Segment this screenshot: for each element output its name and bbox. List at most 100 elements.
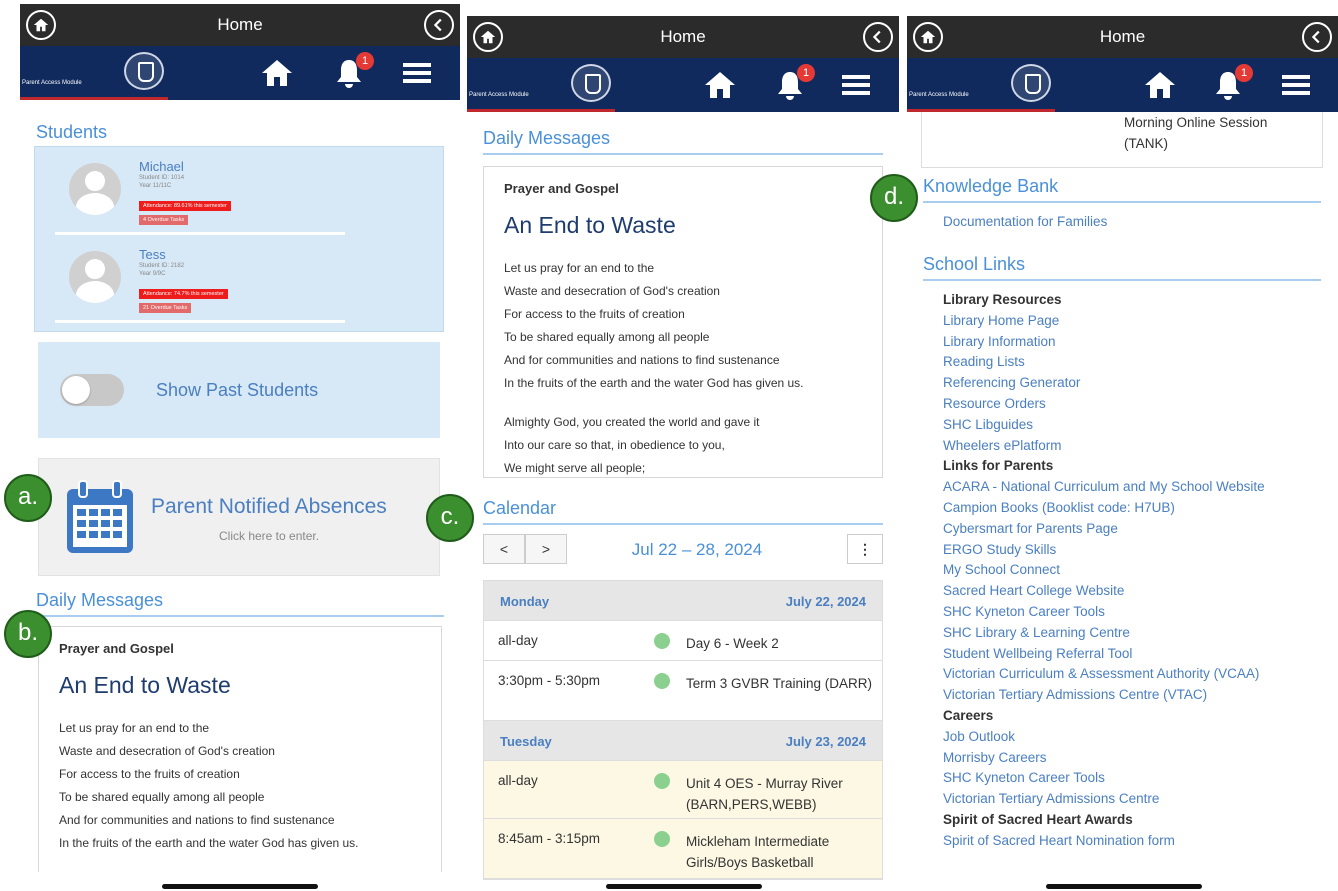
calendar-event[interactable]: 8:45am - 3:15pm Mickleham Intermediate G… bbox=[484, 819, 882, 879]
event-dot bbox=[654, 831, 670, 847]
school-link[interactable]: Job Outlook bbox=[943, 727, 1333, 748]
school-link[interactable]: Morrisby Careers bbox=[943, 748, 1333, 769]
calendar-event[interactable]: all-day Day 6 - Week 2 bbox=[484, 621, 882, 661]
event-title: Day 6 - Week 2 bbox=[686, 636, 779, 651]
bell-icon[interactable]: 1 bbox=[1211, 64, 1253, 107]
event-time: all-day bbox=[498, 633, 538, 648]
student-card[interactable]: Tess Student ID: 2182 Year 9/9C Attendan… bbox=[55, 243, 345, 323]
app-navbar: Parent Access Module 1 bbox=[907, 58, 1338, 112]
overdue-badge: 21 Overdue Tasks bbox=[139, 303, 192, 313]
school-link[interactable]: Victorian Tertiary Admissions Centre (VT… bbox=[943, 685, 1333, 706]
page-title: Home bbox=[217, 15, 263, 34]
back-circle-icon[interactable] bbox=[1302, 22, 1332, 52]
bell-icon[interactable]: 1 bbox=[332, 52, 374, 95]
message-category: Prayer and Gospel bbox=[59, 641, 174, 656]
school-crest-icon bbox=[571, 64, 611, 102]
event-time: all-day bbox=[498, 773, 538, 788]
school-link[interactable]: Student Wellbeing Referral Tool bbox=[943, 644, 1333, 665]
school-link[interactable]: Library Information bbox=[943, 332, 1333, 353]
house-icon[interactable] bbox=[1143, 68, 1177, 107]
day-header: Monday July 22, 2024 bbox=[484, 581, 882, 621]
day-date: July 23, 2024 bbox=[785, 734, 866, 749]
prev-event-line: (TANK) bbox=[1124, 136, 1168, 151]
school-link[interactable]: Wheelers ePlatform bbox=[943, 436, 1333, 457]
next-week-button[interactable]: > bbox=[525, 534, 567, 564]
calendar-nav: < > bbox=[483, 534, 567, 564]
message-line: We might serve all people; bbox=[504, 461, 646, 475]
brand-logo[interactable]: Parent Access Module bbox=[907, 58, 1055, 112]
school-link[interactable]: ACARA - National Curriculum and My Schoo… bbox=[943, 477, 1333, 498]
student-card[interactable]: Michael Student ID: 1014 Year 11/11C Att… bbox=[55, 155, 345, 235]
message-line: In the fruits of the earth and the water… bbox=[59, 836, 359, 850]
school-link[interactable]: Reading Lists bbox=[943, 352, 1333, 373]
school-link[interactable]: My School Connect bbox=[943, 560, 1333, 581]
message-title: An End to Waste bbox=[504, 212, 676, 238]
school-link[interactable]: Referencing Generator bbox=[943, 373, 1333, 394]
back-circle-icon[interactable] bbox=[863, 22, 893, 52]
school-link[interactable]: Library Home Page bbox=[943, 311, 1333, 332]
school-link[interactable]: Sacred Heart College Website bbox=[943, 581, 1333, 602]
day-name: Monday bbox=[500, 594, 550, 609]
parent-absences-button[interactable]: Parent Notified Absences Click here to e… bbox=[38, 458, 440, 576]
avatar-icon bbox=[69, 251, 121, 303]
show-past-label: Show Past Students bbox=[156, 380, 319, 400]
show-past-toggle[interactable] bbox=[60, 374, 124, 406]
message-line: And for communities and nations to find … bbox=[504, 353, 780, 367]
phone-screen-links: Home Parent Access Module 1 Morning Onli… bbox=[907, 16, 1338, 882]
annotation-marker-d: d. bbox=[870, 174, 918, 222]
school-link[interactable]: SHC Library & Learning Centre bbox=[943, 623, 1333, 644]
student-id: Student ID: 2182 bbox=[139, 263, 185, 269]
link-group-title: Library Resources bbox=[943, 292, 1062, 307]
calendar-event[interactable]: all-day Unit 4 OES - Murray River (BARN,… bbox=[484, 761, 882, 819]
phone-screen-messages-calendar: Home Parent Access Module 1 Daily Messag… bbox=[467, 16, 899, 882]
absences-subtitle: Click here to enter. bbox=[219, 529, 320, 543]
event-dot bbox=[654, 673, 670, 689]
calendar-options-button[interactable]: ⋮ bbox=[847, 534, 883, 564]
message-line: Waste and desecration of God's creation bbox=[504, 284, 720, 298]
school-link[interactable]: Resource Orders bbox=[943, 394, 1333, 415]
bell-icon[interactable]: 1 bbox=[773, 64, 815, 107]
school-crest-icon bbox=[1011, 64, 1051, 102]
school-link[interactable]: ERGO Study Skills bbox=[943, 540, 1333, 561]
app-navbar: Parent Access Module 1 bbox=[467, 58, 899, 112]
school-link[interactable]: SHC Libguides bbox=[943, 415, 1333, 436]
link-group-title: Spirit of Sacred Heart Awards bbox=[943, 811, 1133, 827]
event-time: 3:30pm - 5:30pm bbox=[498, 673, 601, 688]
daily-message-card: Prayer and Gospel An End to Waste Let us… bbox=[38, 626, 442, 872]
school-link[interactable]: Campion Books (Booklist code: H7UB) bbox=[943, 498, 1333, 519]
annotation-marker-b: b. bbox=[4, 610, 52, 658]
calendar-event[interactable]: 3:30pm - 5:30pm Term 3 GVBR Training (DA… bbox=[484, 661, 882, 721]
menu-icon[interactable] bbox=[1279, 68, 1313, 107]
school-link[interactable]: Victorian Curriculum & Assessment Author… bbox=[943, 664, 1333, 685]
brand-logo[interactable]: Parent Access Module bbox=[467, 58, 615, 112]
message-line: For access to the fruits of creation bbox=[504, 307, 685, 321]
student-year: Year 11/11C bbox=[139, 183, 172, 189]
calendar-list: Monday July 22, 2024 all-day Day 6 - Wee… bbox=[483, 580, 883, 880]
day-date: July 22, 2024 bbox=[785, 594, 866, 609]
calendar-icon bbox=[65, 479, 135, 560]
school-link[interactable]: SHC Kyneton Career Tools bbox=[943, 602, 1333, 623]
menu-icon[interactable] bbox=[400, 56, 434, 95]
house-icon[interactable] bbox=[703, 68, 737, 107]
school-link[interactable]: Victorian Tertiary Admissions Centre bbox=[943, 789, 1333, 810]
daily-messages-heading: Daily Messages bbox=[36, 590, 444, 617]
back-circle-icon[interactable] bbox=[424, 10, 454, 40]
message-line: Waste and desecration of God's creation bbox=[59, 744, 275, 758]
link-group-title: Links for Parents bbox=[943, 458, 1054, 474]
previous-event-card: Morning Online Session (TANK) bbox=[921, 112, 1323, 168]
brand-logo[interactable]: Parent Access Module bbox=[20, 46, 168, 100]
message-title: An End to Waste bbox=[59, 672, 231, 698]
school-link[interactable]: Cybersmart for Parents Page bbox=[943, 519, 1333, 540]
page-title: Home bbox=[660, 27, 706, 46]
school-link[interactable]: Spirit of Sacred Heart Nomination form bbox=[943, 831, 1333, 852]
house-icon[interactable] bbox=[260, 56, 294, 95]
prev-week-button[interactable]: < bbox=[483, 534, 525, 564]
school-link[interactable]: SHC Kyneton Career Tools bbox=[943, 768, 1333, 789]
show-past-students-row: Show Past Students bbox=[38, 342, 440, 438]
title-bar: Home bbox=[467, 16, 899, 58]
student-name[interactable]: Tess bbox=[139, 247, 166, 262]
knowledge-link[interactable]: Documentation for Families bbox=[943, 214, 1107, 229]
menu-icon[interactable] bbox=[839, 68, 873, 107]
student-name[interactable]: Michael bbox=[139, 159, 184, 174]
message-line: To be shared equally among all people bbox=[504, 330, 710, 344]
